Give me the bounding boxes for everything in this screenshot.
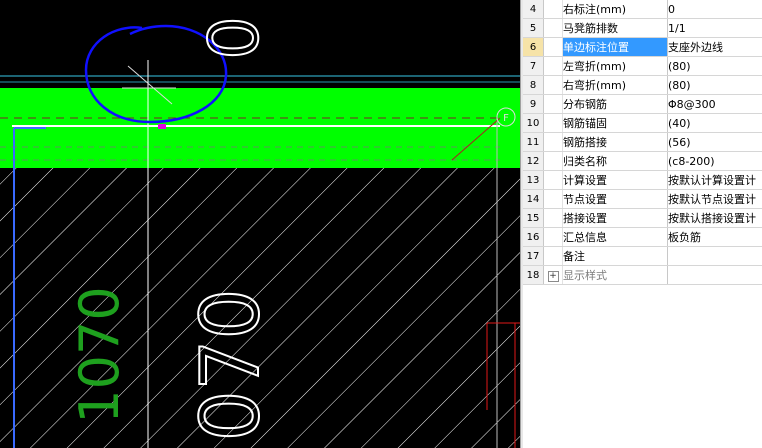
property-row[interactable]: 12 归类名称 (c8-200) (523, 151, 762, 171)
row-number: 16 (523, 227, 544, 247)
property-name[interactable]: 单边标注位置 (562, 37, 668, 57)
property-name[interactable]: 搭接设置 (562, 208, 668, 228)
property-row[interactable]: 9 分布钢筋 Φ8@300 (523, 94, 762, 114)
property-row[interactable]: 4 右标注(mm) 0 (523, 0, 762, 19)
property-name[interactable]: 显示样式 (562, 265, 668, 285)
row-number: 18 (523, 265, 544, 285)
property-value[interactable]: (80) (667, 56, 762, 76)
row-expander-cell (543, 208, 563, 228)
green-slab-band (0, 88, 522, 168)
property-row[interactable]: 10 钢筋锚固 (40) (523, 113, 762, 133)
row-number: 10 (523, 113, 544, 133)
property-name[interactable]: 左弯折(mm) (562, 56, 668, 76)
end-marker-label: F (503, 113, 509, 124)
property-name[interactable]: 计算设置 (562, 170, 668, 190)
property-row[interactable]: 14 节点设置 按默认节点设置计 (523, 189, 762, 209)
property-name[interactable]: 马凳筋排数 (562, 18, 668, 38)
property-value[interactable] (667, 265, 762, 285)
row-number: 7 (523, 56, 544, 76)
row-expander-cell (543, 94, 563, 114)
property-name[interactable]: 钢筋锚固 (562, 113, 668, 133)
property-name[interactable]: 右标注(mm) (562, 0, 668, 19)
row-number: 15 (523, 208, 544, 228)
green-vertical-dimension-label: 1070 (68, 286, 131, 423)
property-row[interactable]: 6 单边标注位置 支座外边线 (523, 37, 762, 57)
row-number: 4 (523, 0, 544, 19)
property-value[interactable]: 0 (667, 0, 762, 19)
property-panel: 4 右标注(mm) 0 5 马凳筋排数 1/1 6 单边标注位置 支座外边线 7 左弯折(mm) (8… (523, 0, 762, 448)
row-number: 8 (523, 75, 544, 95)
property-row[interactable]: 7 左弯折(mm) (80) (523, 56, 762, 76)
property-table: 4 右标注(mm) 0 5 马凳筋排数 1/1 6 单边标注位置 支座外边线 7 左弯折(mm) (8… (523, 0, 762, 285)
property-row[interactable]: 11 钢筋搭接 (56) (523, 132, 762, 152)
property-value[interactable]: 按默认搭接设置计 (667, 208, 762, 228)
row-expander-cell (543, 151, 563, 171)
row-expander-cell (543, 170, 563, 190)
property-row[interactable]: 8 右弯折(mm) (80) (523, 75, 762, 95)
row-number: 17 (523, 246, 544, 266)
property-value[interactable]: 按默认节点设置计 (667, 189, 762, 209)
property-value[interactable]: 板负筋 (667, 227, 762, 247)
top-dimension-label: 0 (191, 16, 270, 59)
property-row[interactable]: 13 计算设置 按默认计算设置计 (523, 170, 762, 190)
property-row[interactable]: 15 搭接设置 按默认搭接设置计 (523, 208, 762, 228)
row-expander-cell (543, 189, 563, 209)
row-expander-cell (543, 37, 563, 57)
property-name[interactable]: 汇总信息 (562, 227, 668, 247)
property-row[interactable]: 17 备注 (523, 246, 762, 266)
property-value[interactable]: (56) (667, 132, 762, 152)
property-value[interactable]: 支座外边线 (667, 37, 762, 57)
cad-drawing: F 0 1070 070 (0, 15, 522, 448)
property-row[interactable]: 18 + 显示样式 (523, 265, 762, 285)
property-name[interactable]: 钢筋搭接 (562, 132, 668, 152)
row-number: 6 (523, 37, 544, 57)
row-number: 5 (523, 18, 544, 38)
property-value[interactable]: Φ8@300 (667, 94, 762, 114)
cad-drawing-canvas[interactable]: F 0 1070 070 (0, 0, 522, 448)
row-expander-cell[interactable]: + (543, 265, 563, 285)
property-value[interactable]: 按默认计算设置计 (667, 170, 762, 190)
row-expander-cell (543, 56, 563, 76)
row-number: 9 (523, 94, 544, 114)
property-value[interactable]: (40) (667, 113, 762, 133)
property-name[interactable]: 节点设置 (562, 189, 668, 209)
row-expander-cell (543, 113, 563, 133)
property-value[interactable]: 1/1 (667, 18, 762, 38)
magenta-marker (158, 124, 166, 129)
property-value[interactable]: (80) (667, 75, 762, 95)
row-number: 12 (523, 151, 544, 171)
row-expander-cell (543, 75, 563, 95)
property-name[interactable]: 归类名称 (562, 151, 668, 171)
property-name[interactable]: 备注 (562, 246, 668, 266)
row-expander-cell (543, 18, 563, 38)
row-expander-cell (543, 132, 563, 152)
property-row[interactable]: 16 汇总信息 板负筋 (523, 227, 762, 247)
property-row[interactable]: 5 马凳筋排数 1/1 (523, 18, 762, 38)
white-vertical-dimension-label: 070 (184, 289, 277, 442)
row-expander-cell (543, 227, 563, 247)
row-number: 14 (523, 189, 544, 209)
row-expander-cell (543, 0, 563, 19)
row-number: 11 (523, 132, 544, 152)
property-name[interactable]: 右弯折(mm) (562, 75, 668, 95)
row-number: 13 (523, 170, 544, 190)
row-expander-cell (543, 246, 563, 266)
property-value[interactable] (667, 246, 762, 266)
property-name[interactable]: 分布钢筋 (562, 94, 668, 114)
property-value[interactable]: (c8-200) (667, 151, 762, 171)
expand-plus-icon[interactable]: + (547, 271, 559, 282)
